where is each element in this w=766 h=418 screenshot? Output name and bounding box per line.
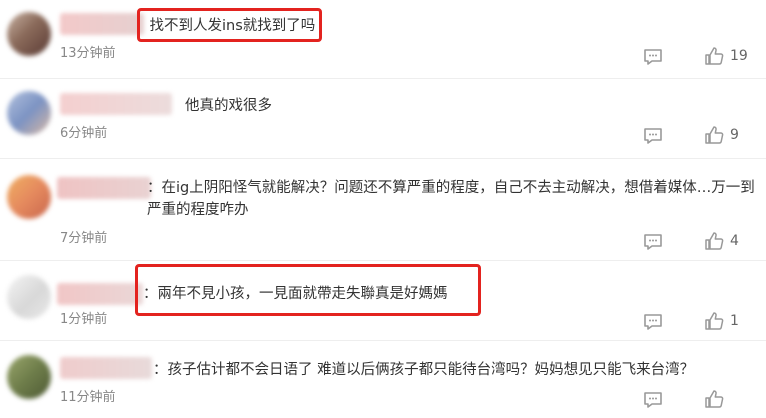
avatar[interactable] xyxy=(7,175,51,219)
highlight-box xyxy=(135,264,481,316)
avatar[interactable] xyxy=(7,355,51,399)
thumbs-up-icon xyxy=(705,126,724,144)
thumbs-up-icon xyxy=(705,312,724,330)
comment-icon[interactable] xyxy=(643,313,663,331)
like-count: 4 xyxy=(730,233,739,249)
comment-icon[interactable] xyxy=(643,48,663,66)
thumbs-up-icon xyxy=(705,390,724,408)
like-button[interactable]: 1 xyxy=(704,311,739,331)
comment-text: ：在ig上阴阳怪气就能解决？问题还不算严重的程度，自己不去主动解决，想借着媒体…… xyxy=(147,180,755,218)
thumbs-up-icon xyxy=(705,47,724,65)
like-count: 9 xyxy=(730,127,739,143)
thumbs-up-icon xyxy=(705,232,724,250)
comment-item: ：孩子估计都不会日语了 难道以后俩孩子都只能待台湾吗？妈妈想见只能飞来台湾？ 1… xyxy=(0,341,766,418)
like-button[interactable]: 4 xyxy=(704,231,739,251)
username-blurred[interactable] xyxy=(60,93,172,115)
username-blurred[interactable] xyxy=(57,283,143,305)
comment-item: ：在ig上阴阳怪气就能解决？问题还不算严重的程度，自己不去主动解决，想借着媒体…… xyxy=(0,159,766,260)
comment-icon[interactable] xyxy=(643,233,663,251)
comment-item: ：找不到人发ins就找到了吗 13分钟前 19 xyxy=(0,0,766,78)
comment-text: 他真的戏很多 xyxy=(185,98,272,114)
like-button[interactable] xyxy=(704,389,730,409)
comment-icon[interactable] xyxy=(643,127,663,145)
comment-text: ：孩子估计都不会日语了 难道以后俩孩子都只能待台湾吗？妈妈想见只能飞来台湾？ xyxy=(153,362,695,378)
avatar[interactable] xyxy=(7,275,51,319)
comment-time: 13分钟前 xyxy=(60,46,116,61)
username-blurred[interactable] xyxy=(60,13,144,35)
avatar[interactable] xyxy=(7,91,51,135)
comment-time: 6分钟前 xyxy=(60,126,108,141)
highlight-box xyxy=(137,8,322,42)
username-blurred[interactable] xyxy=(60,357,152,379)
comment-time: 7分钟前 xyxy=(60,231,108,246)
like-button[interactable]: 19 xyxy=(704,46,748,66)
comment-time: 11分钟前 xyxy=(60,390,116,405)
avatar[interactable] xyxy=(7,12,51,56)
comment-time: 1分钟前 xyxy=(60,312,108,327)
like-count: 19 xyxy=(730,48,748,64)
username-blurred[interactable] xyxy=(57,177,151,199)
like-count: 1 xyxy=(730,313,739,329)
comment-icon[interactable] xyxy=(643,391,663,409)
like-button[interactable]: 9 xyxy=(704,125,739,145)
comment-item: 他真的戏很多 6分钟前 9 xyxy=(0,79,766,158)
